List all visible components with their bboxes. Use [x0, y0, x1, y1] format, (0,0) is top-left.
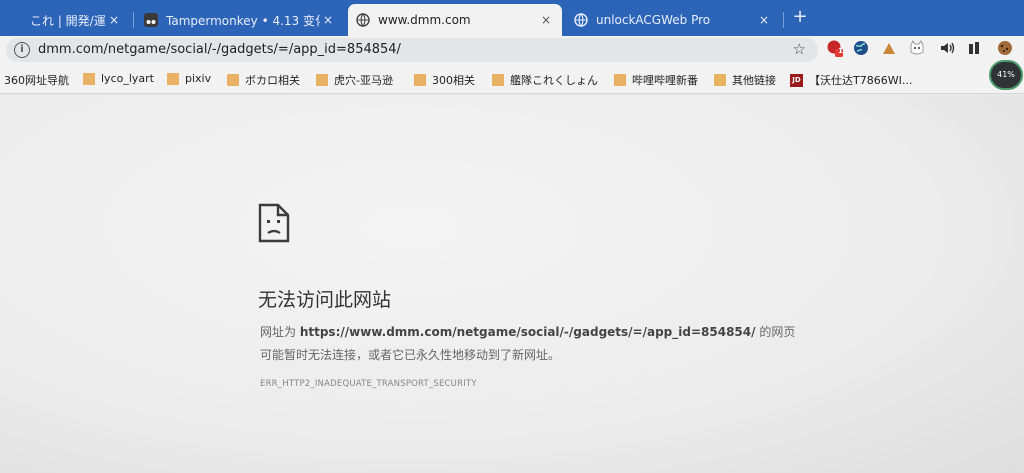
- bookmark-label: 【沃仕达T7866WI...: [809, 74, 913, 87]
- tab-title: Tampermonkey • 4.13 变化: [166, 13, 320, 28]
- tab-title: www.dmm.com: [378, 13, 471, 27]
- bookmark-folder[interactable]: ボカロ相关: [227, 72, 300, 88]
- extension-badge: 1: [838, 47, 843, 55]
- globe-extension-icon[interactable]: [852, 39, 870, 57]
- new-tab-button[interactable]: +: [790, 6, 810, 28]
- error-description-line-2: 可能暂时无法连接，或者它已永久性地移动到了新网址。: [260, 348, 561, 362]
- close-icon[interactable]: ×: [538, 13, 554, 27]
- error-suffix: 的网页: [755, 325, 796, 339]
- bookmark-label: 艦隊これくしょん: [510, 74, 598, 87]
- tab-tampermonkey[interactable]: Tampermonkey • 4.13 变化 ×: [136, 4, 344, 36]
- close-icon[interactable]: ×: [320, 13, 336, 27]
- bookmark-folder[interactable]: 其他链接: [714, 72, 776, 88]
- error-code: ERR_HTTP2_INADEQUATE_TRANSPORT_SECURITY: [260, 379, 477, 389]
- sad-page-icon: [258, 203, 290, 243]
- folder-icon: [227, 74, 239, 86]
- error-url: https://www.dmm.com/netgame/social/-/gad…: [299, 325, 756, 339]
- bookmarks-bar: 360网址导航 lyco_lyart pixiv ボカロ相关 虎穴-亚马逊 30…: [0, 64, 1024, 94]
- folder-icon: [414, 74, 426, 86]
- close-icon[interactable]: ×: [756, 13, 772, 27]
- pointer-extension-icon[interactable]: [880, 39, 898, 57]
- bookmark-item[interactable]: 360网址导航: [4, 72, 69, 88]
- error-title: 无法访问此网站: [258, 289, 392, 311]
- bookmark-label: 其他链接: [732, 74, 776, 87]
- bookmark-label: pixiv: [185, 72, 212, 85]
- tab-dmm[interactable]: www.dmm.com ×: [348, 4, 562, 36]
- address-url[interactable]: dmm.com/netgame/social/-/gadgets/=/app_i…: [38, 42, 401, 57]
- cookie-icon[interactable]: [996, 39, 1014, 57]
- bookmark-folder[interactable]: pixiv: [167, 72, 211, 85]
- bookmark-label: lyco_lyart: [101, 72, 154, 85]
- tab-divider: [783, 12, 784, 28]
- folder-icon: [83, 72, 95, 85]
- puzzle-icon[interactable]: [966, 39, 984, 57]
- bookmark-folder[interactable]: 艦隊これくしょん: [492, 72, 598, 88]
- globe-icon: [574, 13, 588, 27]
- site-info-icon[interactable]: i: [14, 42, 30, 58]
- page-icon: [8, 13, 22, 27]
- folder-icon: [316, 74, 328, 86]
- bookmark-label: 虎穴-亚马逊: [334, 74, 393, 87]
- bookmark-folder[interactable]: 哔哩哔哩新番: [614, 72, 698, 88]
- bookmark-star-icon[interactable]: ☆: [793, 40, 806, 58]
- bookmark-folder[interactable]: lyco_lyart: [83, 72, 154, 85]
- globe-icon: [356, 13, 370, 27]
- speaker-icon[interactable]: [938, 39, 956, 57]
- bookmark-folder[interactable]: 虎穴-亚马逊: [316, 72, 393, 88]
- bookmark-label: ボカロ相关: [245, 74, 300, 87]
- error-page: 无法访问此网站 网址为 https://www.dmm.com/netgame/…: [0, 95, 1024, 473]
- address-bar[interactable]: i dmm.com/netgame/social/-/gadgets/=/app…: [6, 38, 818, 62]
- tampermonkey-icon: [144, 13, 158, 27]
- close-icon[interactable]: ×: [106, 13, 122, 27]
- error-description-line-1: 网址为 https://www.dmm.com/netgame/social/-…: [260, 323, 795, 340]
- jd-icon: JD: [790, 73, 803, 87]
- tab-strip: これ | 開発/運営 @Ka × Tampermonkey • 4.13 变化 …: [0, 0, 1024, 36]
- folder-icon: [167, 72, 179, 85]
- bookmark-label: 哔哩哔哩新番: [632, 74, 698, 87]
- bookmark-folder[interactable]: 300相关: [414, 72, 475, 88]
- tab-title: unlockACGWeb Pro: [596, 13, 711, 27]
- bookmark-item[interactable]: JD 【沃仕达T7866WI...: [790, 72, 912, 88]
- tab-kancolle[interactable]: これ | 開発/運営 @Ka ×: [0, 4, 130, 36]
- error-prefix: 网址为: [260, 325, 300, 339]
- tab-title: これ | 開発/運営 @Ka: [30, 13, 106, 28]
- cat-extension-icon[interactable]: [908, 39, 926, 57]
- folder-icon: [714, 74, 726, 86]
- toolbar: i dmm.com/netgame/social/-/gadgets/=/app…: [0, 36, 1024, 64]
- bookmark-label: 300相关: [432, 74, 475, 87]
- floating-progress-badge[interactable]: 41%: [989, 60, 1023, 90]
- folder-icon: [614, 74, 626, 86]
- tab-divider: [133, 12, 134, 28]
- tab-unlockacgweb[interactable]: unlockACGWeb Pro ×: [566, 4, 780, 36]
- bookmark-label: 360网址导航: [4, 74, 69, 87]
- extension-red-icon[interactable]: 1: [826, 39, 844, 57]
- folder-icon: [492, 74, 504, 86]
